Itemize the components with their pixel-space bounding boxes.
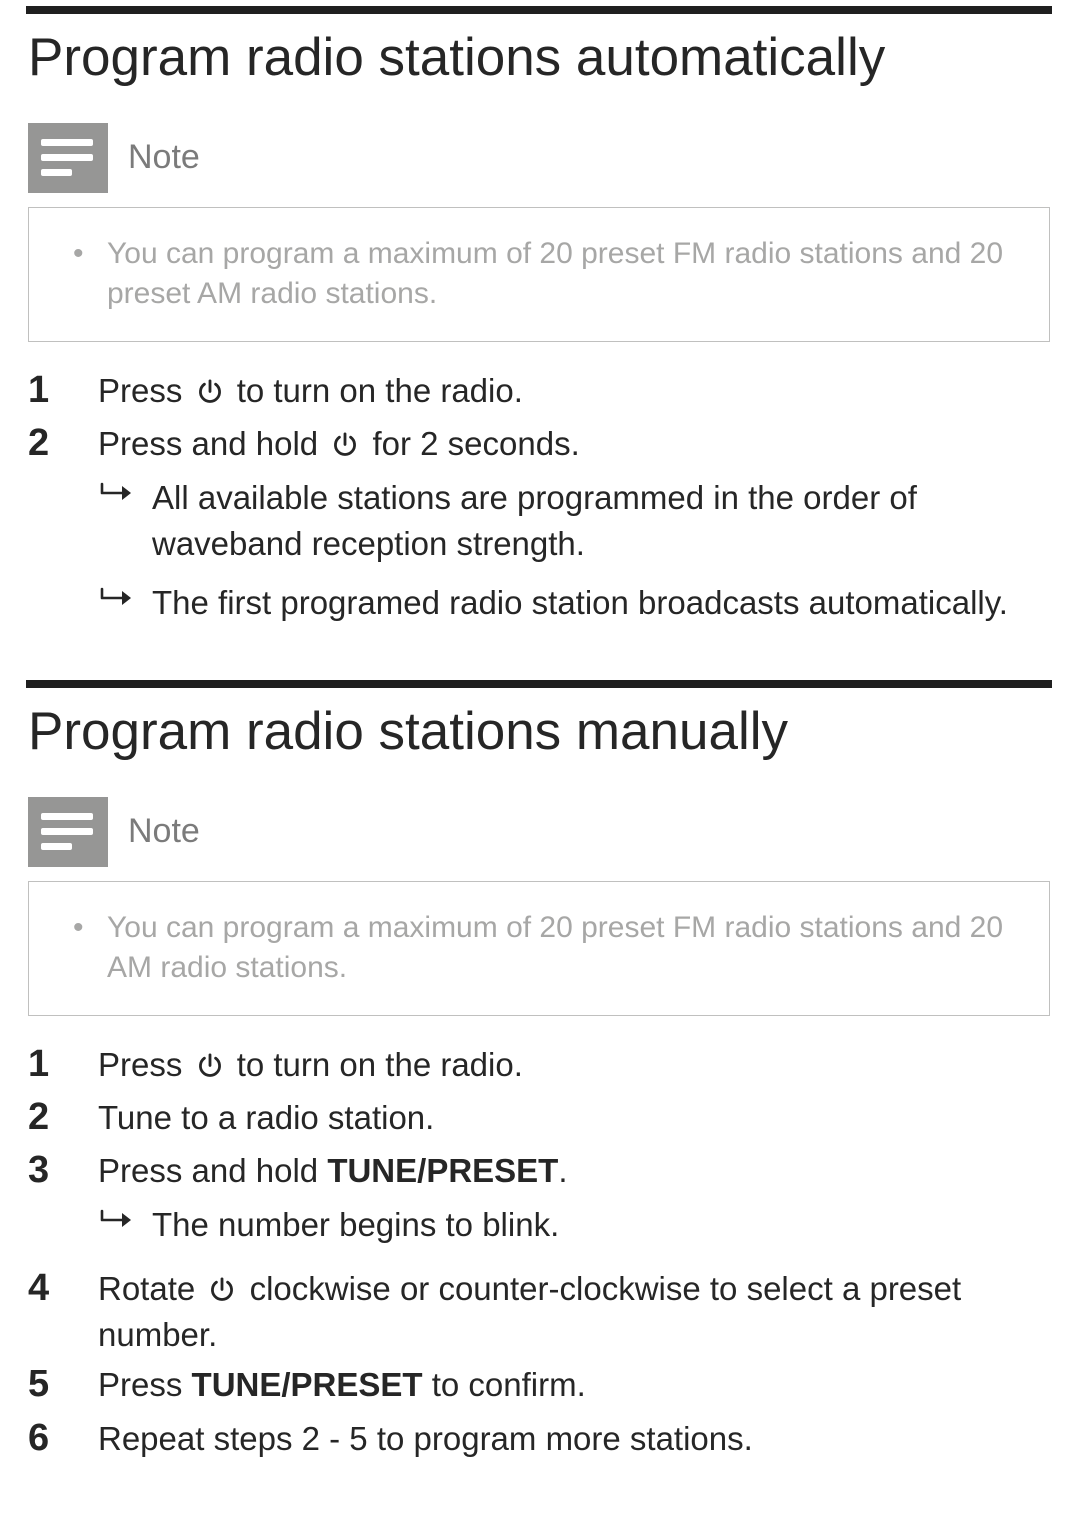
step-text: Rotate — [98, 1270, 204, 1307]
step-text: Press and hold — [98, 425, 327, 462]
button-label: TUNE/PRESET — [192, 1366, 423, 1403]
section-heading: Program radio stations manually — [28, 702, 1052, 763]
note-item: You can program a maximum of 20 preset F… — [73, 234, 1019, 315]
step: Rotate clockwise or counter-clockwise to… — [26, 1266, 1046, 1358]
step-results: The number begins to blink. — [98, 1202, 1046, 1248]
step-result-text: The first programed radio station broadc… — [152, 580, 1008, 626]
step-result: All available stations are programmed in… — [98, 475, 1046, 566]
step-result-text: The number begins to blink. — [152, 1202, 559, 1248]
step-text: to turn on the radio. — [228, 1046, 523, 1083]
note-label: Note — [128, 812, 200, 851]
note-box: You can program a maximum of 20 preset F… — [28, 881, 1050, 1016]
section-heading: Program radio stations automatically — [28, 28, 1052, 89]
step-results: All available stations are programmed in… — [98, 475, 1046, 626]
note-label: Note — [128, 138, 200, 177]
step-text: Press — [98, 372, 192, 409]
result-arrow-icon — [98, 586, 132, 610]
power-icon — [331, 431, 359, 459]
step-result-text: All available stations are programmed in… — [152, 475, 1046, 566]
step-list: Press to turn on the radio.Press and hol… — [26, 368, 1052, 640]
step-text: to confirm. — [423, 1366, 586, 1403]
step-text: for 2 seconds. — [363, 425, 579, 462]
step-text: Repeat steps 2 - 5 to program more stati… — [98, 1420, 753, 1457]
step: Press to turn on the radio. — [26, 1042, 1046, 1091]
step-text: to turn on the radio. — [228, 372, 523, 409]
result-arrow-icon — [98, 1208, 132, 1232]
step-text: Tune to a radio station. — [98, 1099, 434, 1136]
step: Press and hold for 2 seconds. All availab… — [26, 421, 1046, 640]
step: Press and hold TUNE/PRESET. The number be… — [26, 1148, 1046, 1262]
step-text: Press and hold — [98, 1152, 327, 1189]
step-list: Press to turn on the radio. Tune to a rad… — [26, 1042, 1052, 1465]
step: Press to turn on the radio. — [26, 368, 1046, 417]
note-header: Note — [28, 123, 1052, 193]
button-label: TUNE/PRESET — [327, 1152, 558, 1189]
section-rule — [26, 6, 1052, 14]
section-rule — [26, 680, 1052, 688]
step-text: Press — [98, 1046, 192, 1083]
step-result: The number begins to blink. — [98, 1202, 1046, 1248]
power-icon — [196, 1052, 224, 1080]
power-icon — [208, 1276, 236, 1304]
note-item: You can program a maximum of 20 preset F… — [73, 908, 1019, 989]
note-icon — [28, 123, 108, 193]
note-icon — [28, 797, 108, 867]
step: Press TUNE/PRESET to confirm. — [26, 1362, 1046, 1411]
step-text: Press — [98, 1366, 192, 1403]
step: Tune to a radio station. — [26, 1095, 1046, 1144]
note-header: Note — [28, 797, 1052, 867]
result-arrow-icon — [98, 481, 132, 505]
step-text: . — [558, 1152, 567, 1189]
note-box: You can program a maximum of 20 preset F… — [28, 207, 1050, 342]
step-result: The first programed radio station broadc… — [98, 580, 1046, 626]
step: Repeat steps 2 - 5 to program more stati… — [26, 1416, 1046, 1465]
power-icon — [196, 378, 224, 406]
